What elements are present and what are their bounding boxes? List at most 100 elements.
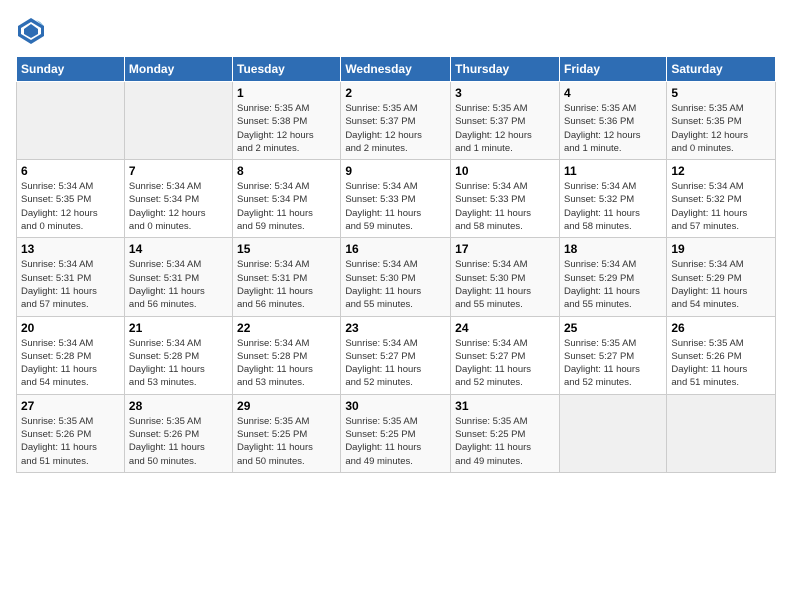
day-cell: 31Sunrise: 5:35 AM Sunset: 5:25 PM Dayli… xyxy=(451,394,560,472)
day-number: 30 xyxy=(345,399,446,413)
day-cell: 17 Sunrise: 5:34 AM Sunset: 5:30 PM Dayli… xyxy=(451,238,560,316)
day-detail: Sunrise: 5:35 AM Sunset: 5:38 PM Dayligh… xyxy=(237,102,336,155)
day-cell: 30 Sunrise: 5:35 AM Sunset: 5:25 PM Dayli… xyxy=(341,394,451,472)
day-cell: 4 Sunrise: 5:35 AM Sunset: 5:36 PM Daylig… xyxy=(559,82,666,160)
day-detail: Sunrise: 5:34 AM Sunset: 5:32 PM Dayligh… xyxy=(671,180,771,233)
day-number: 1 xyxy=(237,86,336,100)
day-detail: Sunrise: 5:34 AM Sunset: 5:27 PM Dayligh… xyxy=(455,337,555,390)
week-row-3: 13Sunrise: 5:34 AM Sunset: 5:31 PM Dayli… xyxy=(17,238,776,316)
day-number: 7 xyxy=(129,164,228,178)
day-detail: Sunrise: 5:34 AM Sunset: 5:28 PM Dayligh… xyxy=(237,337,336,390)
day-cell: 18 Sunrise: 5:34 AM Sunset: 5:29 PM Dayli… xyxy=(559,238,666,316)
day-detail: Sunrise: 5:34 AM Sunset: 5:28 PM Dayligh… xyxy=(129,337,228,390)
day-detail: Sunrise: 5:34 AM Sunset: 5:34 PM Dayligh… xyxy=(129,180,228,233)
day-cell xyxy=(17,82,125,160)
logo-icon xyxy=(16,16,46,46)
day-detail: Sunrise: 5:34 AM Sunset: 5:35 PM Dayligh… xyxy=(21,180,120,233)
day-cell: 21 Sunrise: 5:34 AM Sunset: 5:28 PM Dayli… xyxy=(124,316,232,394)
day-number: 20 xyxy=(21,321,120,335)
header-thursday: Thursday xyxy=(451,57,560,82)
header-saturday: Saturday xyxy=(667,57,776,82)
day-number: 26 xyxy=(671,321,771,335)
day-detail: Sunrise: 5:34 AM Sunset: 5:33 PM Dayligh… xyxy=(455,180,555,233)
day-cell xyxy=(559,394,666,472)
day-cell: 9 Sunrise: 5:34 AM Sunset: 5:33 PM Daylig… xyxy=(341,160,451,238)
day-cell: 11 Sunrise: 5:34 AM Sunset: 5:32 PM Dayli… xyxy=(559,160,666,238)
day-cell: 13Sunrise: 5:34 AM Sunset: 5:31 PM Dayli… xyxy=(17,238,125,316)
day-number: 22 xyxy=(237,321,336,335)
day-number: 18 xyxy=(564,242,662,256)
header-sunday: Sunday xyxy=(17,57,125,82)
day-cell: 14 Sunrise: 5:34 AM Sunset: 5:31 PM Dayli… xyxy=(124,238,232,316)
day-number: 14 xyxy=(129,242,228,256)
week-row-5: 27 Sunrise: 5:35 AM Sunset: 5:26 PM Dayli… xyxy=(17,394,776,472)
day-detail: Sunrise: 5:34 AM Sunset: 5:30 PM Dayligh… xyxy=(345,258,446,311)
day-number: 21 xyxy=(129,321,228,335)
day-cell: 5 Sunrise: 5:35 AM Sunset: 5:35 PM Daylig… xyxy=(667,82,776,160)
day-detail: Sunrise: 5:34 AM Sunset: 5:32 PM Dayligh… xyxy=(564,180,662,233)
page-header xyxy=(16,16,776,46)
day-number: 10 xyxy=(455,164,555,178)
day-detail: Sunrise: 5:34 AM Sunset: 5:34 PM Dayligh… xyxy=(237,180,336,233)
day-detail: Sunrise: 5:34 AM Sunset: 5:27 PM Dayligh… xyxy=(345,337,446,390)
day-number: 12 xyxy=(671,164,771,178)
day-cell: 1 Sunrise: 5:35 AM Sunset: 5:38 PM Daylig… xyxy=(233,82,341,160)
day-number: 11 xyxy=(564,164,662,178)
day-cell: 8 Sunrise: 5:34 AM Sunset: 5:34 PM Daylig… xyxy=(233,160,341,238)
day-detail: Sunrise: 5:35 AM Sunset: 5:25 PM Dayligh… xyxy=(345,415,446,468)
day-cell: 26Sunrise: 5:35 AM Sunset: 5:26 PM Dayli… xyxy=(667,316,776,394)
day-detail: Sunrise: 5:35 AM Sunset: 5:36 PM Dayligh… xyxy=(564,102,662,155)
day-cell: 28 Sunrise: 5:35 AM Sunset: 5:26 PM Dayli… xyxy=(124,394,232,472)
week-row-2: 6 Sunrise: 5:34 AM Sunset: 5:35 PM Daylig… xyxy=(17,160,776,238)
day-detail: Sunrise: 5:34 AM Sunset: 5:29 PM Dayligh… xyxy=(564,258,662,311)
day-number: 5 xyxy=(671,86,771,100)
day-detail: Sunrise: 5:35 AM Sunset: 5:37 PM Dayligh… xyxy=(455,102,555,155)
calendar-table: SundayMondayTuesdayWednesdayThursdayFrid… xyxy=(16,56,776,473)
day-detail: Sunrise: 5:34 AM Sunset: 5:31 PM Dayligh… xyxy=(21,258,120,311)
header-row: SundayMondayTuesdayWednesdayThursdayFrid… xyxy=(17,57,776,82)
calendar-body: 1 Sunrise: 5:35 AM Sunset: 5:38 PM Daylig… xyxy=(17,82,776,473)
day-cell: 23 Sunrise: 5:34 AM Sunset: 5:27 PM Dayli… xyxy=(341,316,451,394)
day-cell: 27 Sunrise: 5:35 AM Sunset: 5:26 PM Dayli… xyxy=(17,394,125,472)
day-number: 3 xyxy=(455,86,555,100)
header-friday: Friday xyxy=(559,57,666,82)
day-number: 23 xyxy=(345,321,446,335)
day-number: 28 xyxy=(129,399,228,413)
day-detail: Sunrise: 5:35 AM Sunset: 5:27 PM Dayligh… xyxy=(564,337,662,390)
day-detail: Sunrise: 5:35 AM Sunset: 5:26 PM Dayligh… xyxy=(129,415,228,468)
day-detail: Sunrise: 5:35 AM Sunset: 5:26 PM Dayligh… xyxy=(21,415,120,468)
day-number: 8 xyxy=(237,164,336,178)
day-cell: 22 Sunrise: 5:34 AM Sunset: 5:28 PM Dayli… xyxy=(233,316,341,394)
day-cell: 2 Sunrise: 5:35 AM Sunset: 5:37 PM Daylig… xyxy=(341,82,451,160)
day-detail: Sunrise: 5:35 AM Sunset: 5:25 PM Dayligh… xyxy=(455,415,555,468)
day-number: 25 xyxy=(564,321,662,335)
day-cell xyxy=(667,394,776,472)
day-number: 9 xyxy=(345,164,446,178)
week-row-4: 20 Sunrise: 5:34 AM Sunset: 5:28 PM Dayli… xyxy=(17,316,776,394)
day-detail: Sunrise: 5:35 AM Sunset: 5:37 PM Dayligh… xyxy=(345,102,446,155)
day-detail: Sunrise: 5:35 AM Sunset: 5:35 PM Dayligh… xyxy=(671,102,771,155)
calendar-header: SundayMondayTuesdayWednesdayThursdayFrid… xyxy=(17,57,776,82)
day-cell: 19Sunrise: 5:34 AM Sunset: 5:29 PM Dayli… xyxy=(667,238,776,316)
day-detail: Sunrise: 5:34 AM Sunset: 5:31 PM Dayligh… xyxy=(129,258,228,311)
day-detail: Sunrise: 5:34 AM Sunset: 5:29 PM Dayligh… xyxy=(671,258,771,311)
day-cell: 10 Sunrise: 5:34 AM Sunset: 5:33 PM Dayli… xyxy=(451,160,560,238)
day-cell: 6 Sunrise: 5:34 AM Sunset: 5:35 PM Daylig… xyxy=(17,160,125,238)
day-cell: 25 Sunrise: 5:35 AM Sunset: 5:27 PM Dayli… xyxy=(559,316,666,394)
header-tuesday: Tuesday xyxy=(233,57,341,82)
day-cell: 20 Sunrise: 5:34 AM Sunset: 5:28 PM Dayli… xyxy=(17,316,125,394)
day-detail: Sunrise: 5:34 AM Sunset: 5:33 PM Dayligh… xyxy=(345,180,446,233)
day-number: 6 xyxy=(21,164,120,178)
day-cell xyxy=(124,82,232,160)
day-number: 15 xyxy=(237,242,336,256)
day-cell: 15Sunrise: 5:34 AM Sunset: 5:31 PM Dayli… xyxy=(233,238,341,316)
day-number: 4 xyxy=(564,86,662,100)
day-cell: 24Sunrise: 5:34 AM Sunset: 5:27 PM Dayli… xyxy=(451,316,560,394)
day-detail: Sunrise: 5:34 AM Sunset: 5:28 PM Dayligh… xyxy=(21,337,120,390)
day-cell: 16Sunrise: 5:34 AM Sunset: 5:30 PM Dayli… xyxy=(341,238,451,316)
day-number: 2 xyxy=(345,86,446,100)
day-detail: Sunrise: 5:34 AM Sunset: 5:30 PM Dayligh… xyxy=(455,258,555,311)
day-number: 17 xyxy=(455,242,555,256)
day-cell: 29Sunrise: 5:35 AM Sunset: 5:25 PM Dayli… xyxy=(233,394,341,472)
day-number: 27 xyxy=(21,399,120,413)
